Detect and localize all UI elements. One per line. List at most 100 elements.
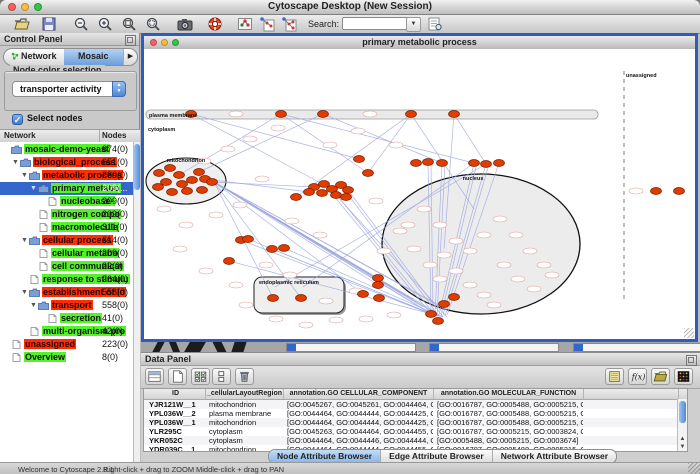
table-cell[interactable]: [GO:0044464, GO:0044444, GO:0044425, G..… <box>287 418 433 427</box>
tree-row[interactable]: secretion41(0) <box>0 312 133 325</box>
import-attributes-button[interactable] <box>651 368 670 385</box>
grid-layout-button[interactable] <box>236 16 254 32</box>
search-input[interactable] <box>342 17 410 30</box>
tree-expand-icon[interactable]: ▼ <box>30 302 37 309</box>
background-window-thumbnail[interactable] <box>429 343 559 352</box>
table-cell[interactable]: cytoplasm <box>209 427 283 436</box>
table-row[interactable]: YPL036W__2 plasma membrane [GO:0044464, GO… <box>144 409 687 418</box>
snapshot-button[interactable] <box>176 16 194 32</box>
tree-row-label[interactable]: unassigned <box>24 339 76 349</box>
tree-expand-icon[interactable]: ▼ <box>21 172 28 179</box>
tree-scrollbar[interactable] <box>133 142 140 474</box>
table-cell[interactable]: plasma membrane <box>209 409 283 418</box>
table-cell[interactable]: [GO:0016787, GO:0005488, GO:0005215, G..… <box>437 400 583 409</box>
table-row[interactable]: YKR052Ccytoplasm[GO:0044464, GO:0044446,… <box>144 436 687 445</box>
view-minimize-button[interactable] <box>161 39 168 46</box>
attribute-select-button[interactable] <box>145 368 164 385</box>
tab-mosaic[interactable]: Mosaic <box>64 49 124 65</box>
table-row[interactable]: YLR295C cytoplasm [GO:0045263, GO:0044464,… <box>144 427 687 436</box>
tree-row-label[interactable]: secretion <box>60 313 102 323</box>
attribute-table-header[interactable]: ID_cellularLayoutRegionannotation.GO CEL… <box>144 389 687 400</box>
table-cell[interactable]: [GO:0045263, GO:0044464, GO:0044455, G..… <box>287 427 433 436</box>
table-cell[interactable]: [GO:0045267, GO:0045261, GO:0044464, G..… <box>287 400 433 409</box>
table-cell[interactable]: YPL036W__1 <box>149 418 205 427</box>
tree-expand-icon[interactable]: ▼ <box>12 159 19 166</box>
help-button[interactable] <box>206 16 224 32</box>
float-panel-icon[interactable] <box>686 355 697 366</box>
table-column-header[interactable]: annotation.GO MOLECULAR_FUNCTION <box>434 389 584 399</box>
table-scrollbar-thumb[interactable] <box>679 401 686 423</box>
select-all-attributes-button[interactable] <box>191 368 210 385</box>
open-button[interactable] <box>13 16 31 32</box>
tree-row[interactable]: ▼primary metabo209(... <box>0 182 133 195</box>
tree-row[interactable]: response to stimulu264(0) <box>0 273 133 286</box>
table-column-header[interactable] <box>584 389 679 399</box>
table-cell[interactable]: [GO:0016787, GO:0005488, GO:0005215, G..… <box>437 409 583 418</box>
view-resize-grip[interactable] <box>684 328 694 338</box>
scroll-up-icon[interactable]: ▲ <box>678 435 687 443</box>
search-dropdown-button[interactable]: ▼ <box>406 17 421 32</box>
tree-row[interactable]: ▼transport558(0) <box>0 299 133 312</box>
tree-row[interactable]: macromolecule311(0) <box>0 221 133 234</box>
tabs-overflow-arrow[interactable]: ▶ <box>123 49 137 65</box>
table-cell[interactable]: YLR295C <box>149 427 205 436</box>
table-cell[interactable]: [GO:0016787, GO:0005215, GO:0003824, G..… <box>437 427 583 436</box>
background-window-thumbnail[interactable] <box>573 343 700 352</box>
tree-row-label[interactable]: Overview <box>24 352 66 362</box>
table-cell[interactable]: YPL036W__2 <box>149 409 205 418</box>
new-attribute-button[interactable] <box>168 368 187 385</box>
tree-row[interactable]: nitrogen compo209(0) <box>0 208 133 221</box>
tree-row-label[interactable]: mosaic-demo-yeast <box>24 144 110 154</box>
tree-row-label[interactable]: transport <box>51 300 93 310</box>
close-button[interactable] <box>8 3 16 11</box>
tree-row[interactable]: multi-organism pro42(0) <box>0 325 133 338</box>
zoom-in-button[interactable] <box>96 16 114 32</box>
new-network-selection-button[interactable] <box>280 16 298 32</box>
view-zoom-button[interactable] <box>172 39 179 46</box>
tree-row[interactable]: unassigned223(0) <box>0 338 133 351</box>
unselect-all-attributes-button[interactable] <box>212 368 231 385</box>
attribute-matrix-button[interactable] <box>674 368 693 385</box>
attribute-editor-button[interactable] <box>605 368 624 385</box>
delete-attribute-button[interactable] <box>235 368 254 385</box>
tree-scrollbar-thumb[interactable] <box>134 144 140 190</box>
tree-expand-icon[interactable]: ▼ <box>21 289 28 296</box>
zoom-selected-button[interactable] <box>144 16 162 32</box>
scroll-down-icon[interactable]: ▼ <box>678 443 687 451</box>
table-cell[interactable]: cytoplasm <box>209 436 283 445</box>
tree-row[interactable]: nucleobase-209(0) <box>0 195 133 208</box>
tree-row[interactable]: cell communicat22(0) <box>0 260 133 273</box>
node-color-dropdown[interactable]: transporter activity ▲▼ <box>12 81 126 97</box>
tree-row[interactable]: ▼metabolic process280(0) <box>0 169 133 182</box>
table-cell[interactable]: mitochondrion <box>209 418 283 427</box>
network-tree-header[interactable]: Network Nodes <box>0 129 140 143</box>
new-network-button[interactable] <box>258 16 276 32</box>
tree-expand-icon[interactable]: ▼ <box>21 237 28 244</box>
network-canvas[interactable]: plasma membranecytoplasmmitochondrionnuc… <box>144 49 695 339</box>
table-cell[interactable]: [GO:0005488, GO:0005215, GO:0003674] <box>437 436 583 445</box>
table-cell[interactable]: [GO:0044464, GO:0044444, GO:0044425, G..… <box>287 409 433 418</box>
tree-row[interactable]: ▼establishment of lo558(0) <box>0 286 133 299</box>
table-row[interactable]: YPL036W__1 mitochondrion [GO:0044464, GO:0… <box>144 418 687 427</box>
tree-row[interactable]: Overview8(0) <box>0 351 133 364</box>
search-options-button[interactable] <box>426 16 444 32</box>
tree-row[interactable]: mosaic-demo-yeast874(0) <box>0 143 133 156</box>
tree-row[interactable]: ▼biological_process651(0) <box>0 156 133 169</box>
view-close-button[interactable] <box>150 39 157 46</box>
table-cell[interactable]: YDR039C__1 <box>149 445 205 452</box>
table-column-header[interactable]: _cellularLayoutRegion <box>206 389 284 399</box>
table-cell[interactable]: YKR052C <box>149 436 205 445</box>
tree-row[interactable]: ▼cellular process614(0) <box>0 234 133 247</box>
formula-builder-button[interactable]: f(x) <box>628 368 647 385</box>
table-column-header[interactable]: annotation.GO CELLULAR_COMPONENT <box>284 389 434 399</box>
table-scrollbar[interactable]: ▲ ▼ <box>677 399 687 451</box>
zoom-window-button[interactable] <box>34 3 42 11</box>
background-window-thumbnail[interactable] <box>286 343 416 352</box>
tree-row[interactable]: cellular metabo209(0) <box>0 247 133 260</box>
table-cell[interactable]: mitochondrion <box>209 400 283 409</box>
zoom-fit-button[interactable] <box>120 16 138 32</box>
table-row[interactable]: YJR121W__1mitochondrion[GO:0045267, GO:0… <box>144 400 687 409</box>
attribute-table[interactable]: ID_cellularLayoutRegionannotation.GO CEL… <box>143 388 688 452</box>
save-button[interactable] <box>40 16 58 32</box>
table-column-header[interactable]: ID <box>146 389 206 399</box>
